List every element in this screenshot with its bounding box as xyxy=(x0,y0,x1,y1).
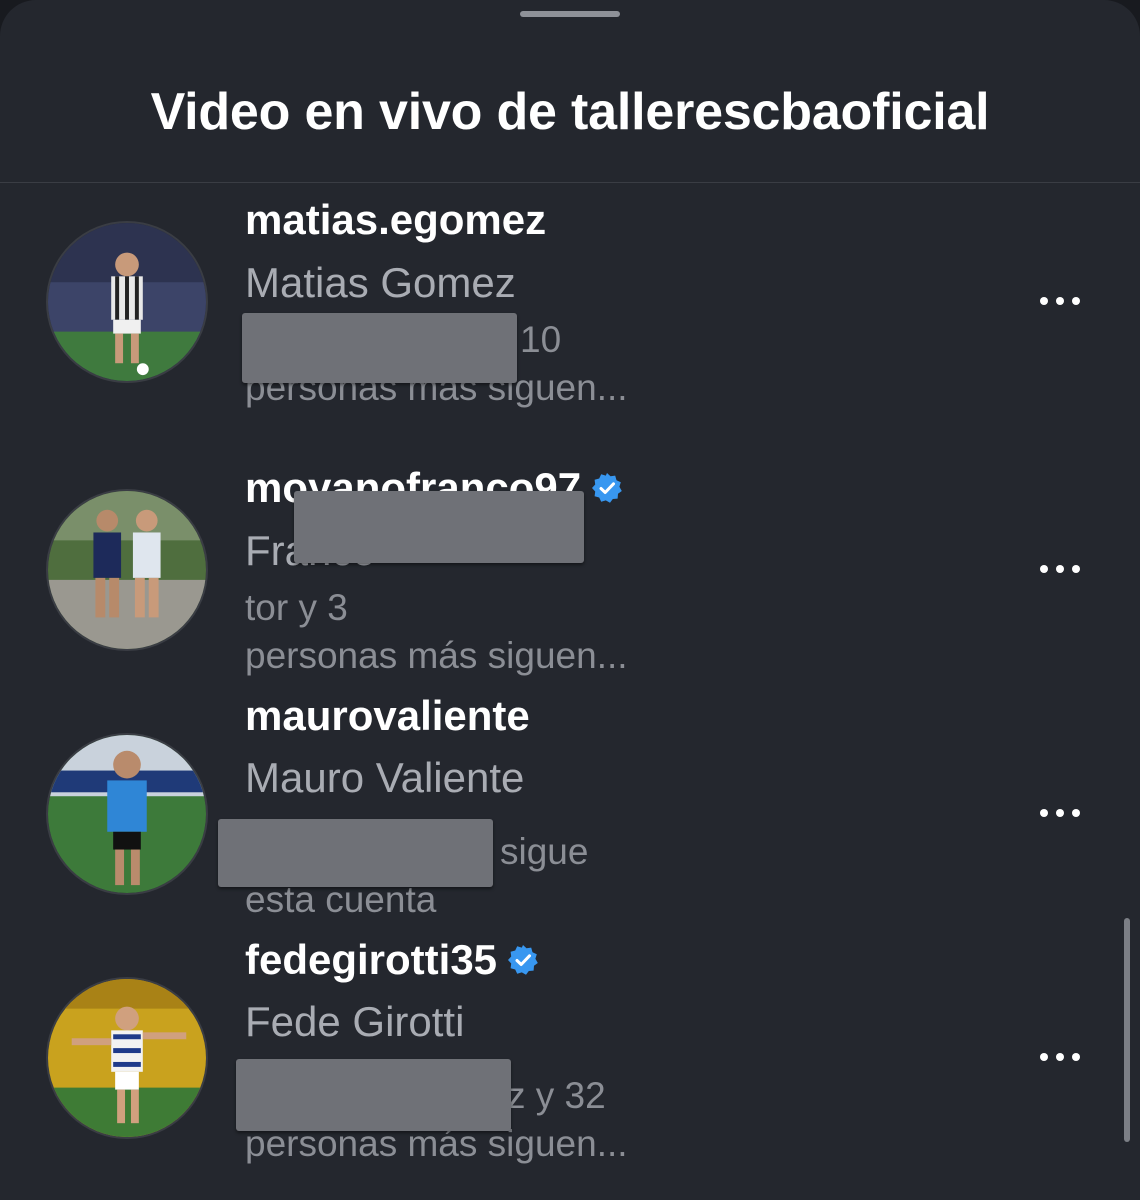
avatar-image xyxy=(48,735,206,893)
more-options-icon xyxy=(1040,297,1048,305)
more-options-icon xyxy=(1072,297,1080,305)
redaction-block xyxy=(218,819,493,887)
username[interactable]: maurovaliente xyxy=(245,691,530,741)
avatar[interactable] xyxy=(46,489,208,651)
sheet-title: Video en vivo de tallerescbaoficial xyxy=(150,83,990,141)
more-options-icon xyxy=(1056,809,1064,817)
scrollbar[interactable] xyxy=(1124,918,1130,1142)
more-options-button[interactable] xyxy=(1030,549,1090,589)
verified-badge-icon xyxy=(592,473,622,503)
more-options-icon xyxy=(1040,809,1048,817)
list-item[interactable]: fedegirotti35 Fede Girotti z y 32 person… xyxy=(0,936,1140,1184)
list-item[interactable]: moyanofranco97 Franco tor y 3 personas m… xyxy=(0,451,1140,696)
avatar[interactable] xyxy=(46,733,208,895)
avatar-image xyxy=(48,491,206,649)
avatar[interactable] xyxy=(46,221,208,383)
redaction-block xyxy=(294,491,584,563)
more-options-icon xyxy=(1056,1053,1064,1061)
sheet-grab-handle[interactable] xyxy=(520,11,620,17)
avatar-image xyxy=(48,223,206,381)
username[interactable]: matias.egomez xyxy=(245,195,546,245)
followed-by-count: tor y 3 xyxy=(245,587,348,628)
username[interactable]: fedegirotti35 xyxy=(245,935,497,985)
more-options-button[interactable] xyxy=(1030,793,1090,833)
full-name: Matias Gomez xyxy=(245,259,516,306)
viewers-sheet: Video en vivo de tallerescbaoficial mati… xyxy=(0,0,1140,1200)
followed-by-suffix: personas más siguen... xyxy=(245,635,628,676)
more-options-icon xyxy=(1040,565,1048,573)
followed-by-text: tor y 3 personas más siguen... xyxy=(245,584,715,680)
avatar-image xyxy=(48,979,206,1137)
list-item[interactable]: maurovaliente Mauro Valiente sigue esta … xyxy=(0,692,1140,940)
more-options-icon xyxy=(1072,565,1080,573)
username-line[interactable]: fedegirotti35 xyxy=(245,935,539,985)
redaction-block xyxy=(236,1059,511,1131)
more-options-icon xyxy=(1040,1053,1048,1061)
more-options-icon xyxy=(1056,565,1064,573)
full-name: Fede Girotti xyxy=(245,998,465,1045)
viewers-list[interactable]: matias.egomez Matias Gomez 10 personas m… xyxy=(0,183,1140,1200)
more-options-icon xyxy=(1072,809,1080,817)
more-options-button[interactable] xyxy=(1030,281,1090,321)
more-options-icon xyxy=(1056,297,1064,305)
full-name: Mauro Valiente xyxy=(245,754,525,801)
more-options-button[interactable] xyxy=(1030,1037,1090,1077)
list-item[interactable]: matias.egomez Matias Gomez 10 personas m… xyxy=(0,183,1140,428)
more-options-icon xyxy=(1072,1053,1080,1061)
avatar[interactable] xyxy=(46,977,208,1139)
username-line[interactable]: matias.egomez xyxy=(245,195,546,245)
username-line[interactable]: maurovaliente xyxy=(245,691,530,741)
redaction-block xyxy=(242,313,517,383)
verified-badge-icon xyxy=(508,945,538,975)
